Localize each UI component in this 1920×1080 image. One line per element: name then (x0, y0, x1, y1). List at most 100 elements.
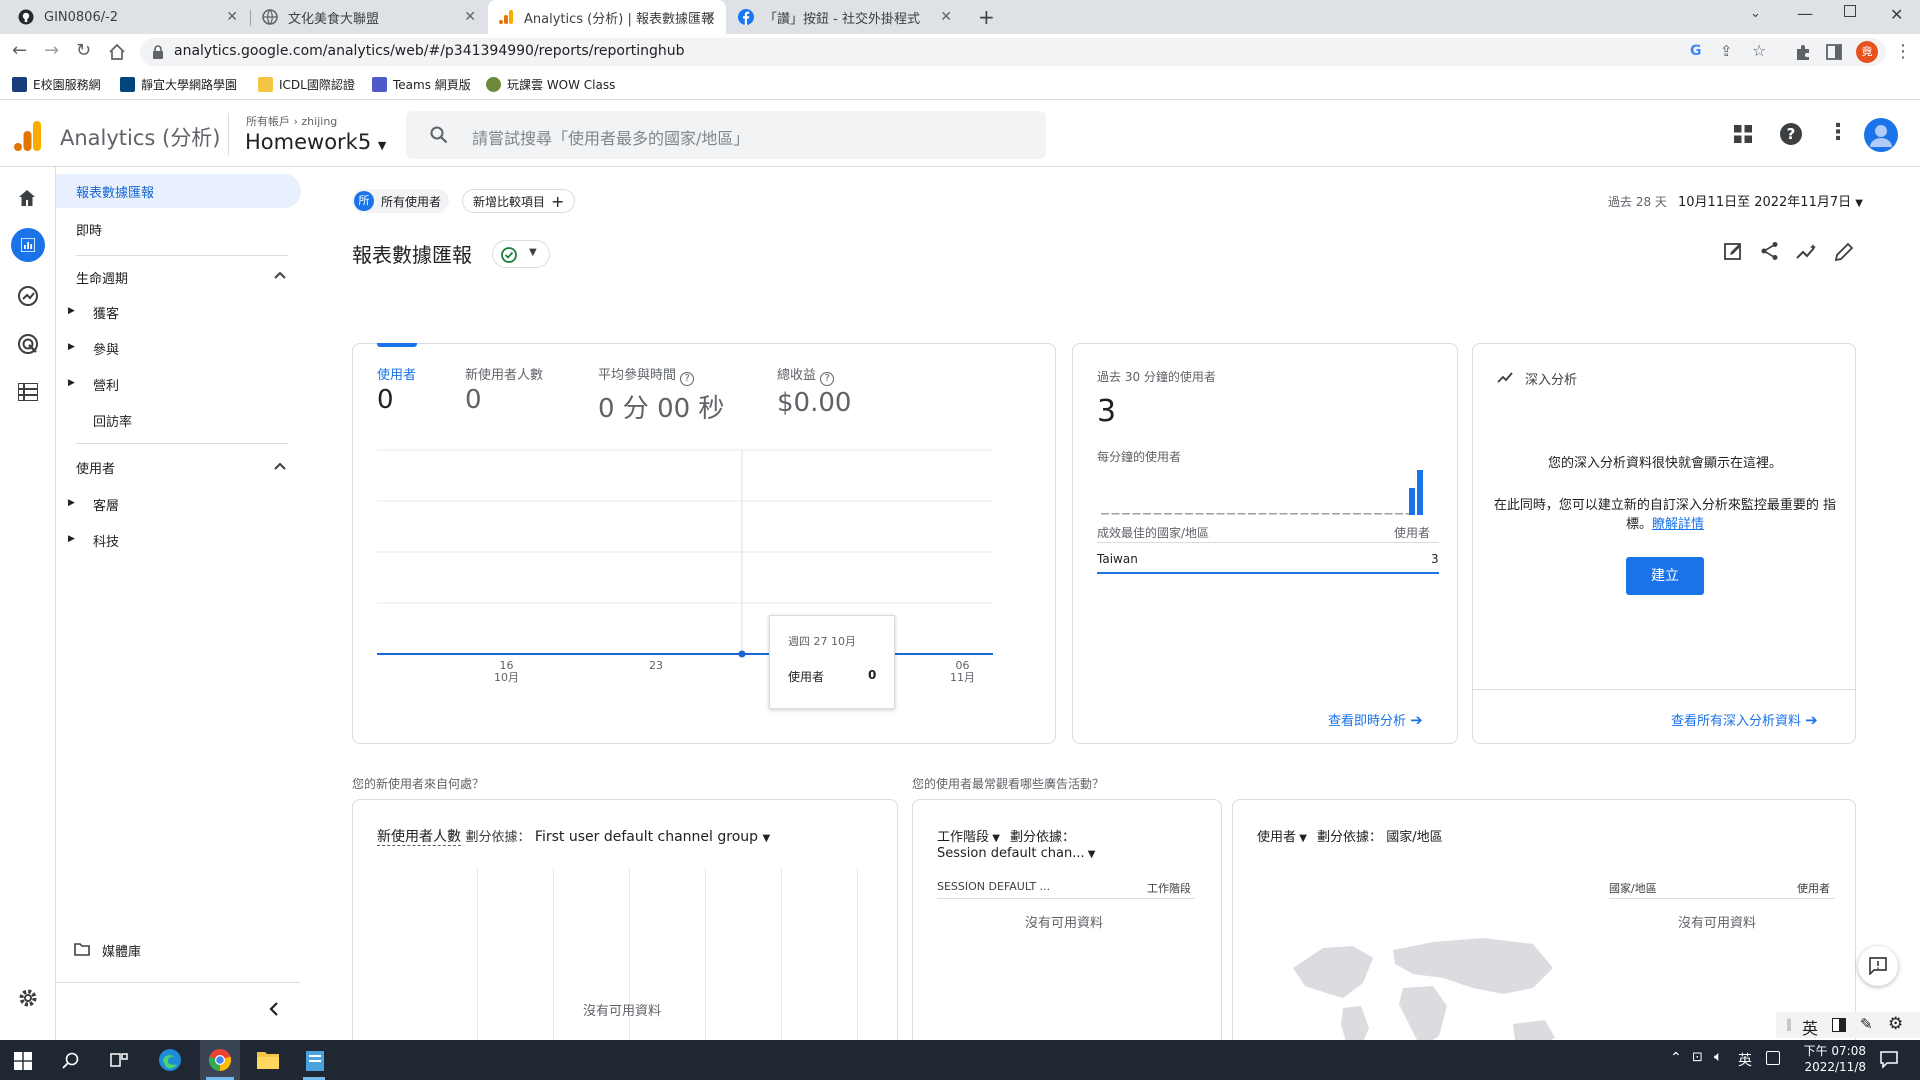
status-dropdown[interactable]: ▼ (492, 240, 550, 268)
dropdown-arrow-icon[interactable]: ▼ (763, 833, 771, 844)
more-vert-icon[interactable]: ⋮ (1827, 120, 1849, 145)
minute-bar[interactable] (1409, 488, 1415, 515)
bookmark-item[interactable]: ICDL國際認證 (258, 76, 355, 93)
bookmark-star-icon[interactable]: ☆ (1752, 41, 1766, 60)
expand-triangle-icon[interactable]: ▶ (68, 378, 75, 388)
edge-icon[interactable] (158, 1048, 182, 1072)
dropdown-arrow-icon[interactable]: ▼ (1296, 833, 1307, 844)
keyboard-icon[interactable] (1766, 1051, 1780, 1065)
sidebar-item-monetization[interactable]: 營利 (93, 375, 119, 394)
network-icon[interactable]: ⊡ (1692, 1050, 1703, 1065)
chrome-taskbar-button[interactable] (200, 1040, 240, 1080)
ime-width-icon[interactable] (1832, 1018, 1846, 1032)
table-header-metric[interactable]: 使用者 (1797, 880, 1830, 896)
back-icon[interactable]: ← (12, 41, 27, 61)
advertising-icon[interactable] (17, 333, 39, 355)
sidebar-section-lifecycle[interactable]: 生命週期 (76, 268, 128, 287)
search-bar[interactable]: 請嘗試搜尋「使用者最多的國家/地區」 (406, 111, 1046, 159)
extensions-icon[interactable] (1794, 43, 1812, 61)
view-all-insights-link[interactable]: 查看所有深入分析資料 ➔ (1671, 710, 1818, 729)
browser-tab[interactable]: GIN0806/-2 ✕ (8, 0, 248, 34)
table-header-dimension[interactable]: 國家/地區 (1609, 880, 1657, 896)
chevron-up-icon[interactable] (274, 462, 286, 470)
close-icon[interactable]: ✕ (704, 9, 716, 25)
close-icon[interactable]: ✕ (464, 9, 476, 25)
home-icon[interactable] (17, 188, 37, 208)
edit-pencil-icon[interactable] (1834, 242, 1854, 262)
volume-icon[interactable]: 🔈︎ (1714, 1049, 1722, 1065)
dropdown-arrow-icon[interactable]: ▼ (989, 833, 1000, 844)
share-icon[interactable] (1760, 241, 1780, 261)
task-view-icon[interactable] (110, 1051, 128, 1069)
close-icon[interactable]: ✕ (226, 9, 238, 25)
notepad-icon[interactable] (304, 1048, 326, 1072)
forward-icon[interactable]: → (44, 41, 59, 61)
table-header-dimension[interactable]: SESSION DEFAULT ... (937, 880, 1050, 893)
chevron-up-icon[interactable] (274, 271, 286, 279)
expand-triangle-icon[interactable]: ▶ (68, 306, 75, 316)
language-indicator[interactable]: 英 (1738, 1050, 1752, 1070)
settings-gear-icon[interactable] (17, 987, 39, 1009)
learn-more-link[interactable]: 瞭解詳情 (1652, 517, 1704, 532)
table-header-metric[interactable]: 工作階段 (1147, 880, 1191, 896)
collapse-chevron-icon[interactable] (269, 1002, 279, 1016)
ime-mode-toggle[interactable]: 英 (1802, 1015, 1818, 1039)
help-outline-icon[interactable]: ? (820, 372, 835, 386)
help-outline-icon[interactable]: ? (680, 372, 695, 386)
property-selector[interactable]: Homework5 ▼ (245, 130, 386, 154)
metric-tab-users[interactable]: 使用者 0 (377, 364, 416, 415)
share-page-icon[interactable]: ⇪ (1720, 42, 1733, 60)
account-breadcrumb[interactable]: 所有帳戶 › zhijing (246, 113, 337, 129)
dimension-selector[interactable]: First user default channel group (535, 829, 758, 845)
sidebar-item-engagement[interactable]: 參與 (93, 339, 119, 358)
close-icon[interactable]: ✕ (940, 9, 952, 25)
browser-tab-active[interactable]: Analytics (分析) | 報表數據匯報 ✕ (488, 0, 726, 34)
add-comparison-button[interactable]: 新增比較項目 + (462, 189, 576, 213)
metric-selector[interactable]: 工作階段 (937, 830, 989, 845)
explore-icon[interactable] (17, 285, 39, 307)
configure-icon[interactable] (18, 383, 38, 401)
ime-settings-icon[interactable]: ⚙ (1888, 1014, 1903, 1034)
browser-menu-icon[interactable]: ⋮ (1894, 41, 1912, 62)
restore-button[interactable] (1844, 5, 1856, 17)
close-window-button[interactable]: ✕ (1890, 5, 1903, 24)
segment-chip[interactable]: 所 所有使用者 (352, 189, 450, 213)
search-icon[interactable] (62, 1051, 80, 1069)
address-bar[interactable]: analytics.google.com/analytics/web/#/p34… (140, 38, 1886, 66)
customize-report-icon[interactable] (1724, 241, 1744, 261)
home-icon[interactable] (108, 43, 126, 61)
reload-icon[interactable]: ↻ (76, 41, 91, 61)
bookmark-item[interactable]: E校園服務網 (12, 76, 101, 93)
file-explorer-icon[interactable] (256, 1049, 280, 1071)
ime-grip-icon[interactable]: ‖ (1786, 1017, 1792, 1031)
sidebar-item-demographics[interactable]: 客層 (93, 495, 119, 514)
metric-selector[interactable]: 使用者 (1257, 830, 1296, 845)
tab-search-icon[interactable]: ⌄ (1750, 6, 1761, 21)
view-realtime-link[interactable]: 查看即時分析 ➔ (1328, 710, 1423, 729)
date-range-picker[interactable]: 10月11日至 2022年11月7日 ▼ (1678, 191, 1863, 210)
metric-tab-engagement-time[interactable]: 平均參與時間 ? 0 分 00 秒 (598, 364, 724, 425)
expand-triangle-icon[interactable]: ▶ (68, 498, 75, 508)
google-lens-icon[interactable]: G (1690, 43, 1702, 59)
insights-icon[interactable] (1796, 243, 1818, 261)
new-tab-button[interactable]: + (978, 5, 995, 29)
sidebar-item-acquisition[interactable]: 獲客 (93, 303, 119, 322)
apps-grid-icon[interactable] (1734, 125, 1752, 143)
sidebar-item-library[interactable]: 媒體庫 (102, 941, 141, 960)
windows-start-icon[interactable] (14, 1052, 32, 1070)
help-icon[interactable]: ? (1780, 123, 1802, 145)
bookmark-item[interactable]: Teams 網頁版 (372, 76, 471, 93)
bookmark-item[interactable]: 玩課雲 WOW Class (486, 76, 615, 93)
feedback-button[interactable] (1858, 946, 1898, 986)
notifications-icon[interactable] (1880, 1051, 1898, 1069)
browser-tab[interactable]: 文化美食大聯盟 ✕ (252, 0, 486, 34)
sidebar-item-tech[interactable]: 科技 (93, 531, 119, 550)
create-insight-button[interactable]: 建立 (1626, 557, 1704, 595)
account-avatar-icon[interactable] (1864, 118, 1898, 152)
sidebar-section-user[interactable]: 使用者 (76, 458, 115, 477)
hover-point[interactable] (738, 650, 746, 658)
expand-triangle-icon[interactable]: ▶ (68, 534, 75, 544)
system-clock[interactable]: 下午 07:08 2022/11/8 (1796, 1043, 1866, 1075)
browser-tab[interactable]: 「讚」按鈕 - 社交外掛程式 ✕ (728, 0, 962, 34)
side-panel-icon[interactable] (1826, 44, 1842, 60)
